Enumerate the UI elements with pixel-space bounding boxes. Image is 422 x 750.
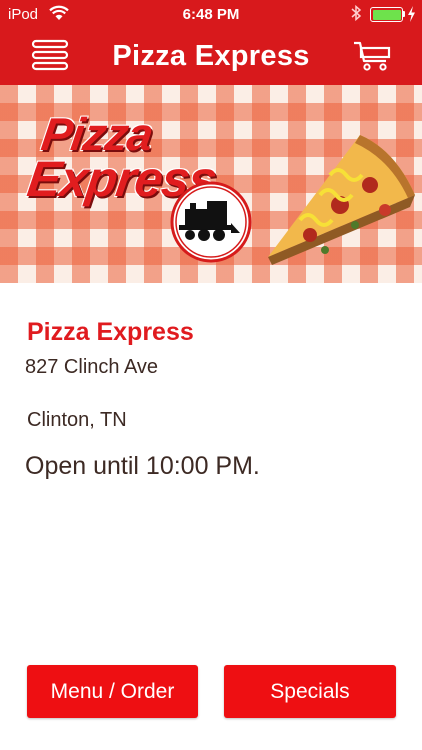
specials-button[interactable]: Specials xyxy=(224,665,396,718)
charging-bolt-icon xyxy=(408,6,415,22)
menu-order-button[interactable]: Menu / Order xyxy=(27,665,198,718)
store-city: Clinton, TN xyxy=(27,409,127,431)
store-name: Pizza Express xyxy=(27,318,194,346)
store-address: 827 Clinch Ave xyxy=(25,356,159,378)
hero-banner: Pizza Express xyxy=(0,85,422,283)
pizza-slice-image xyxy=(268,135,415,265)
banner-art xyxy=(170,135,415,265)
shopping-cart-icon[interactable] xyxy=(352,40,392,72)
battery-icon xyxy=(370,7,403,22)
battery-tip xyxy=(403,11,405,17)
bluetooth-icon xyxy=(351,4,362,22)
status-bar: iPod 6:48 PM xyxy=(0,0,422,30)
store-hours: Open until 10:00 PM. xyxy=(25,452,260,480)
train-icon xyxy=(170,181,252,263)
top-bar: iPod 6:48 PM Pizza Express xyxy=(0,0,422,85)
